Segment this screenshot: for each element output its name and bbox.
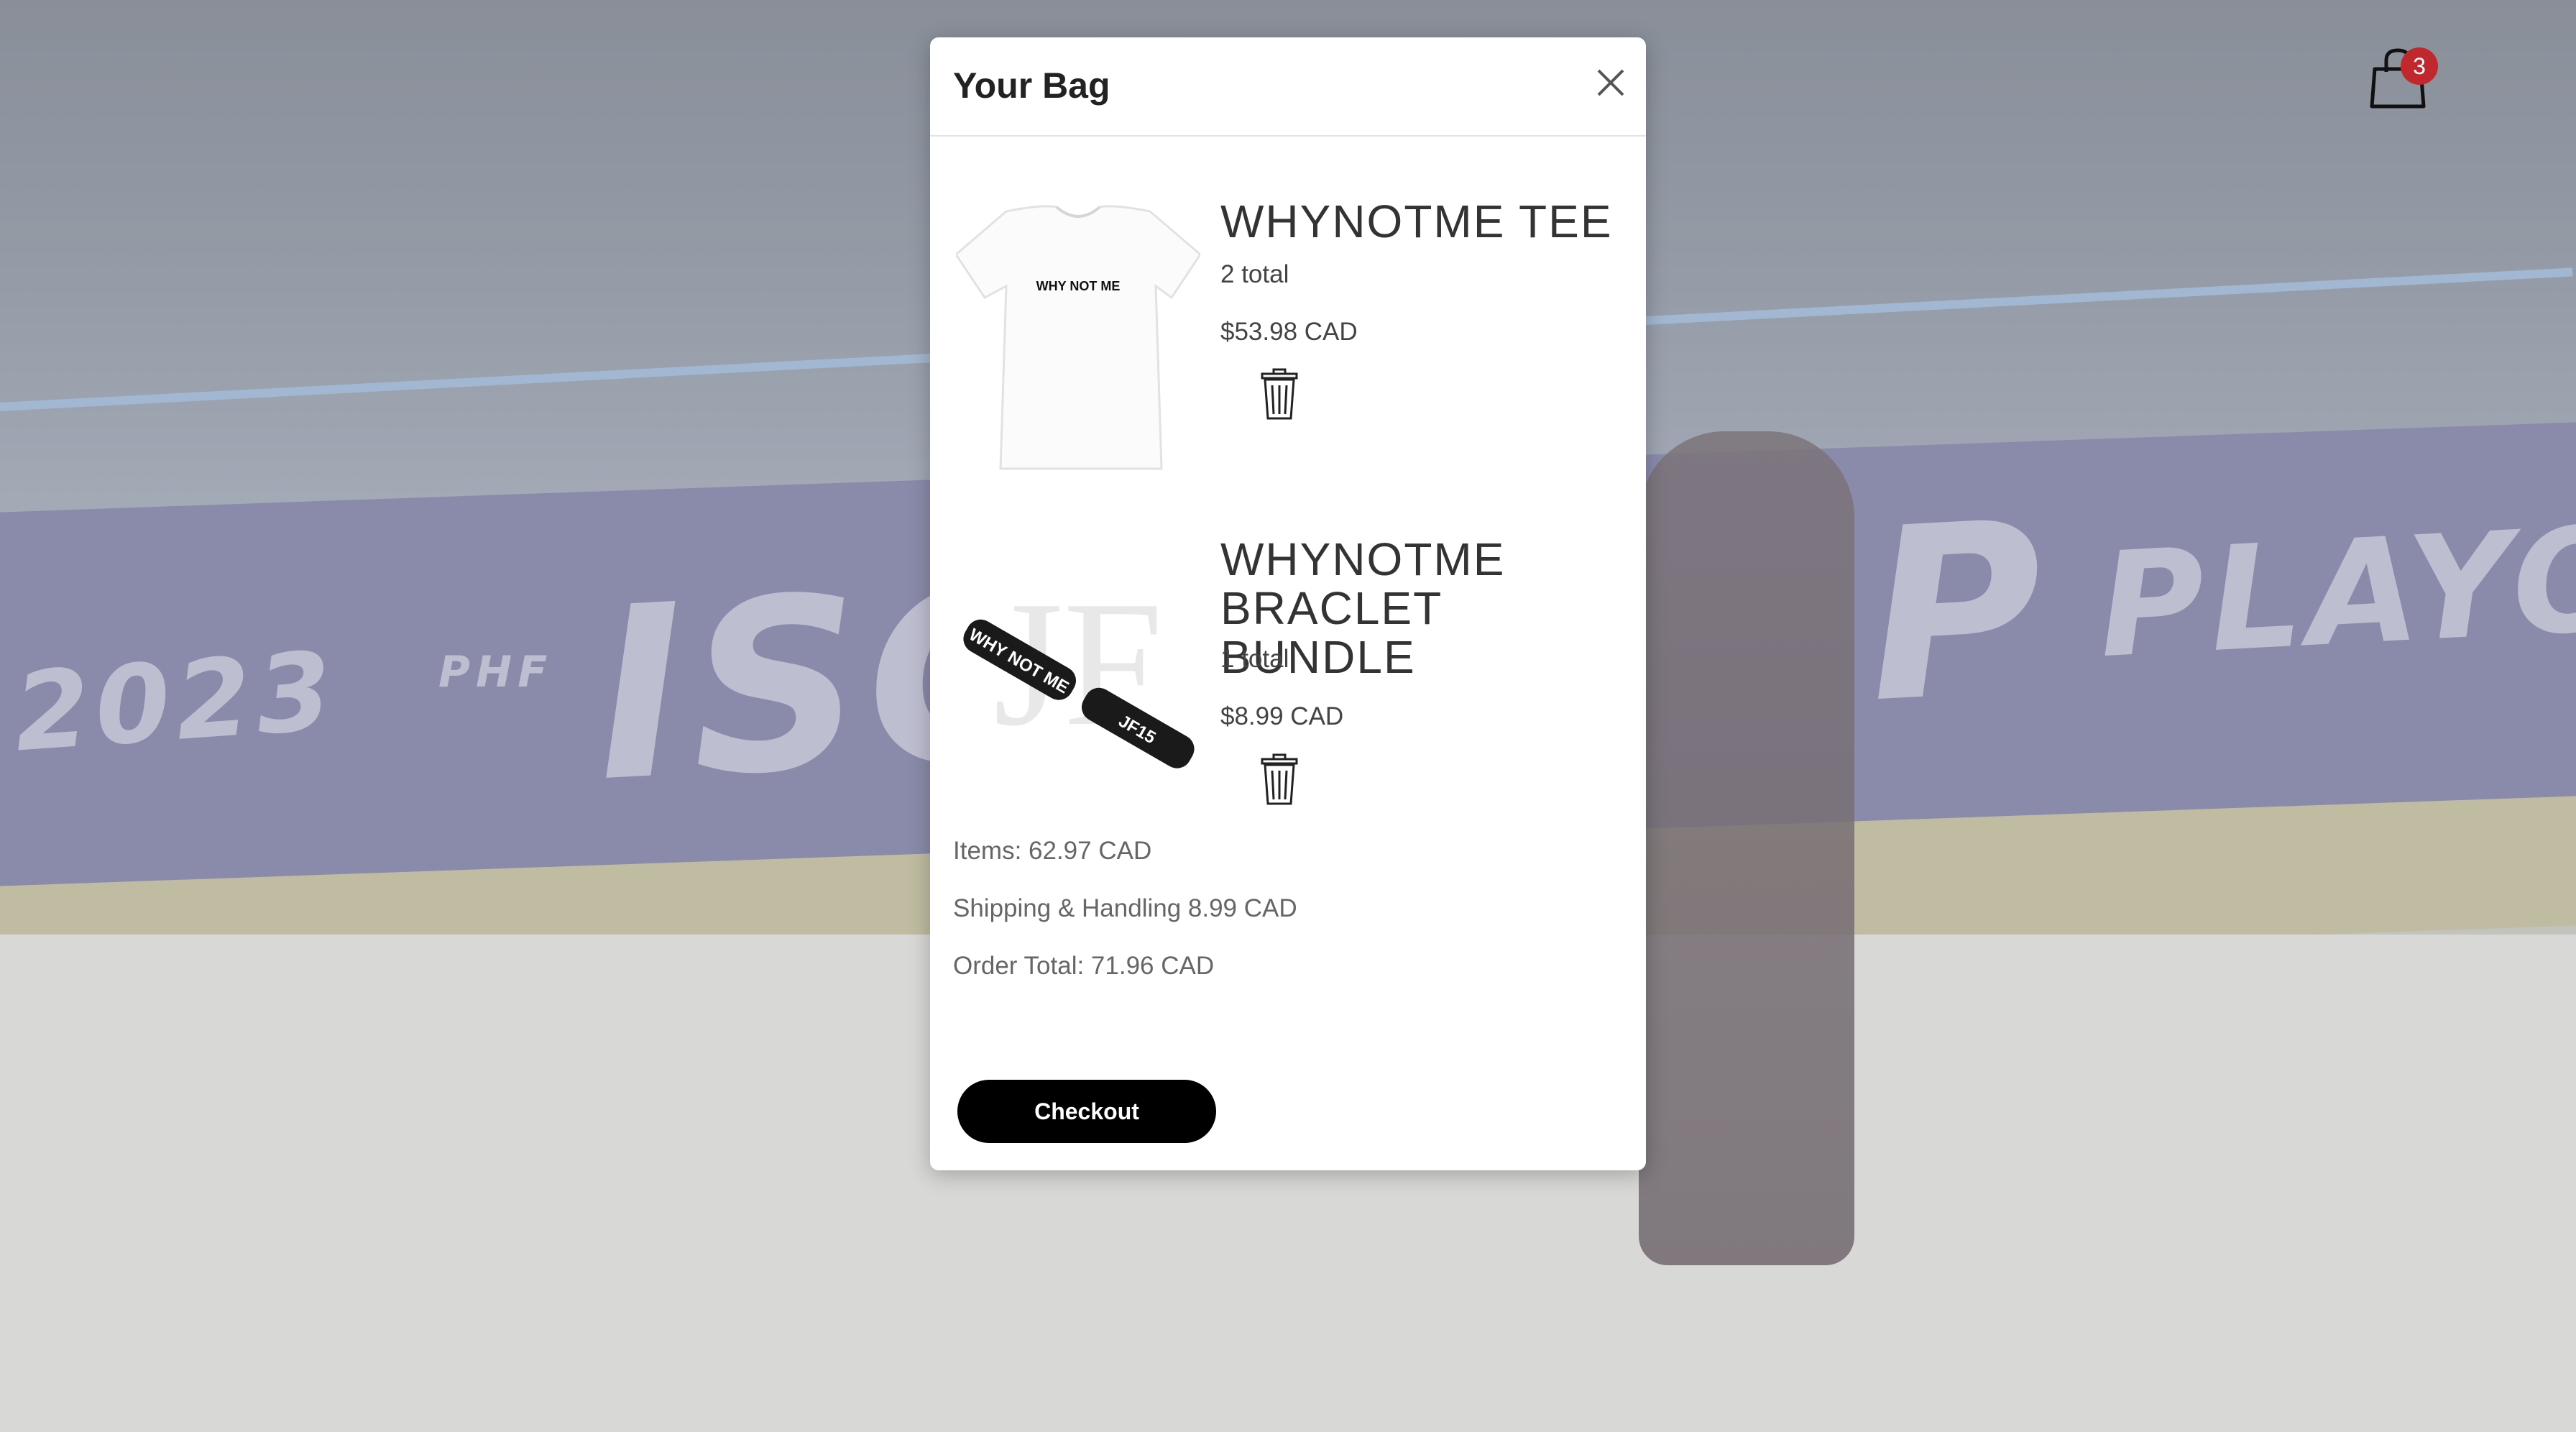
bag-count-badge: 3 [2401, 47, 2438, 85]
bracelet-product-image: JF WHY NOT ME JF15 [956, 559, 1200, 839]
trash-icon [1261, 753, 1298, 805]
item-quantity: 2 total [1220, 260, 1289, 288]
bag-modal: Your Bag WHY NOT ME WHYNOTME TEE 2 total… [930, 37, 1646, 1170]
shipping-handling: Shipping & Handling 8.99 CAD [953, 894, 1297, 922]
modal-title: Your Bag [953, 65, 1110, 106]
cart-item: WHY NOT ME WHYNOTME TEE 2 total $53.98 C… [930, 188, 1646, 490]
order-total: Order Total: 71.96 CAD [953, 952, 1215, 980]
tee-print-text: WHY NOT ME [1036, 279, 1121, 293]
checkout-button[interactable]: Checkout [957, 1080, 1216, 1143]
remove-item-button[interactable] [1259, 368, 1300, 421]
item-name: WHYNOTME TEE [1220, 196, 1613, 247]
tee-product-image: WHY NOT ME [954, 197, 1202, 477]
trash-icon [1261, 368, 1298, 420]
close-icon [1597, 69, 1624, 96]
item-price: $53.98 CAD [1220, 318, 1358, 346]
item-price: $8.99 CAD [1220, 702, 1344, 730]
close-button[interactable] [1593, 65, 1629, 101]
items-subtotal: Items: 62.97 CAD [953, 837, 1152, 865]
item-quantity: 1 total [1220, 645, 1289, 673]
cart-item: JF WHY NOT ME JF15 WHYNOTME BRACLET BUND… [930, 526, 1646, 839]
remove-item-button[interactable] [1259, 753, 1300, 807]
modal-header: Your Bag [930, 37, 1646, 137]
